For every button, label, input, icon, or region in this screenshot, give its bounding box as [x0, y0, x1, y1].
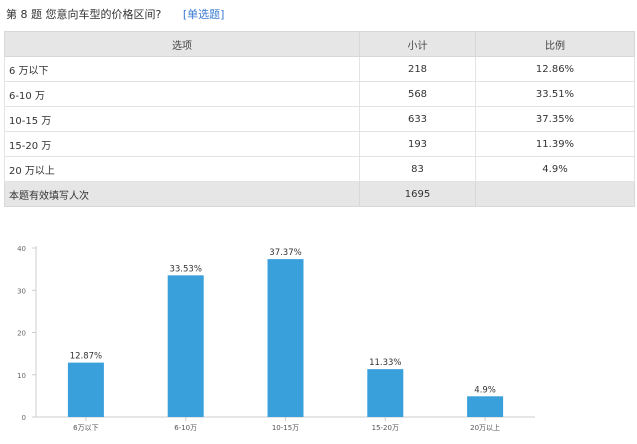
y-tick-label: 20 [17, 330, 26, 338]
table-row: 6 万以下 218 12.86% [4, 56, 635, 82]
total-count: 1695 [359, 181, 476, 207]
bar [67, 362, 104, 417]
question-type-link[interactable]: [单选题] [183, 8, 225, 21]
count-cell: 218 [359, 56, 476, 82]
table-total-row: 本题有效填写人次 1695 [4, 181, 635, 207]
data-label: 11.33% [369, 358, 401, 368]
total-label: 本题有效填写人次 [4, 181, 360, 207]
bar-chart: 0 10 20 30 40 12.87% 6万以下 33.53% 6-10万 37.37% 10-1… [17, 245, 535, 432]
data-label: 4.9% [474, 385, 496, 395]
data-label: 37.37% [269, 248, 301, 258]
results-table: 选项 小计 比例 6 万以下 218 12.86% 6-10 万 568 33.… [4, 31, 635, 207]
x-tick-label: 6万以下 [73, 424, 98, 432]
count-cell: 568 [359, 81, 476, 107]
x-tick-label: 15-20万 [372, 424, 399, 432]
option-cell: 6-10 万 [4, 81, 360, 107]
option-cell: 6 万以下 [4, 56, 360, 82]
count-cell: 83 [359, 156, 476, 182]
question-title: 第 8 题 您意向车型的价格区间? [单选题] [6, 6, 224, 22]
table-header-row: 选项 小计 比例 [4, 31, 635, 57]
option-cell: 15-20 万 [4, 131, 360, 157]
ratio-cell: 4.9% [475, 156, 635, 182]
data-label: 12.87% [70, 352, 102, 362]
option-cell: 10-15 万 [4, 106, 360, 132]
x-tick-label: 6-10万 [174, 424, 197, 432]
bar [467, 396, 504, 417]
header-count: 小计 [359, 31, 476, 57]
data-label: 33.53% [169, 264, 201, 274]
table-row: 20 万以上 83 4.9% [4, 156, 635, 182]
table-row: 15-20 万 193 11.39% [4, 131, 635, 157]
y-tick-label: 30 [17, 287, 26, 295]
header-ratio: 比例 [475, 31, 635, 57]
header-option: 选项 [4, 31, 360, 57]
count-cell: 633 [359, 106, 476, 132]
total-ratio [475, 181, 635, 207]
question-text: 第 8 题 您意向车型的价格区间? [6, 8, 162, 21]
ratio-cell: 11.39% [475, 131, 635, 157]
option-cell: 20 万以上 [4, 156, 360, 182]
ratio-cell: 12.86% [475, 56, 635, 82]
ratio-cell: 33.51% [475, 81, 635, 107]
y-tick-label: 0 [22, 414, 26, 422]
y-tick-label: 10 [17, 372, 26, 380]
y-tick-label: 40 [17, 245, 26, 253]
bar [367, 369, 404, 417]
x-tick-label: 10-15万 [272, 424, 299, 432]
table-row: 10-15 万 633 37.35% [4, 106, 635, 132]
x-tick-label: 20万以上 [470, 423, 500, 432]
bar [167, 275, 204, 417]
bar [267, 259, 304, 417]
table-row: 6-10 万 568 33.51% [4, 81, 635, 107]
ratio-cell: 37.35% [475, 106, 635, 132]
count-cell: 193 [359, 131, 476, 157]
